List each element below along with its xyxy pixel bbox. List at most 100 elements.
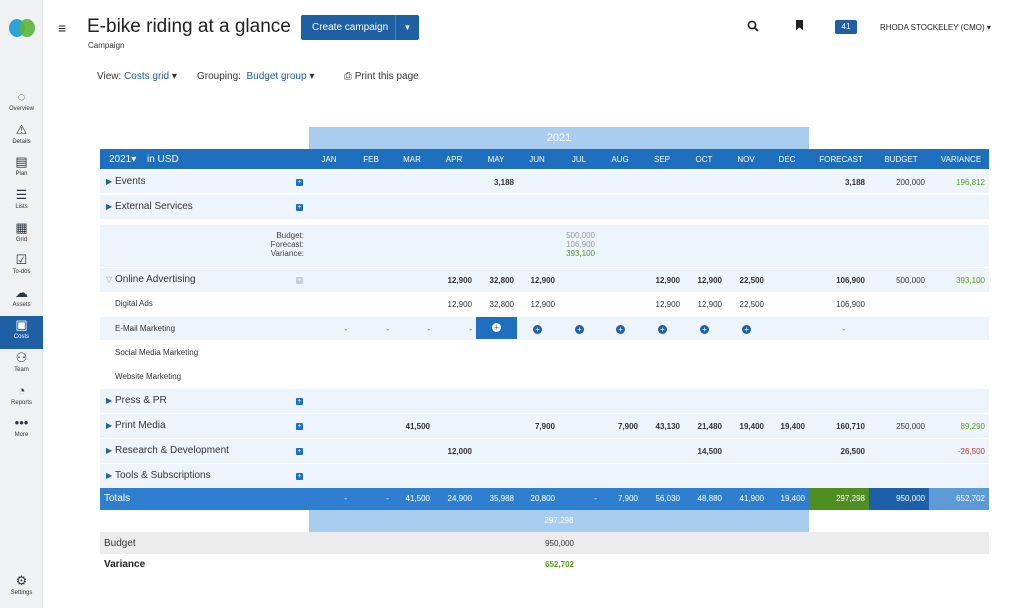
totals-row: Totals - - 41,500 24,900 35,988 20,800 - 7,900 5… bbox=[100, 488, 989, 510]
month-cell-may[interactable]: 32,800 bbox=[474, 276, 514, 285]
month-cell-apr[interactable]: 12,900 bbox=[432, 300, 472, 309]
table-row-digital[interactable]: Digital Ads 12,900 32,800 12,900 12,900 12,90… bbox=[100, 293, 989, 315]
add-item-icon[interactable]: + bbox=[296, 398, 303, 405]
table-row-press[interactable]: ▶ Press & PR + bbox=[100, 389, 989, 413]
month-cell-jun[interactable]: 12,900 bbox=[515, 276, 555, 285]
nav-item-settings[interactable]: ⚙ Settings bbox=[0, 572, 43, 605]
active-cell[interactable]: + bbox=[476, 317, 517, 339]
add-item-icon[interactable]: + bbox=[296, 423, 303, 430]
table-row-external[interactable]: ▶ External Services + bbox=[100, 195, 989, 219]
month-cell-mar[interactable]: 41,500 bbox=[390, 422, 430, 431]
budget-row: Budget 950,000 bbox=[100, 532, 989, 554]
nav-item-todos[interactable]: ☑ To-dos bbox=[0, 251, 43, 284]
table-row-website[interactable]: Website Marketing bbox=[100, 365, 989, 388]
total-cell-oct: 48,880 bbox=[697, 494, 722, 503]
table-row-print[interactable]: ▶ Print Media +41,500 7,900 7,900 43,130 21,48… bbox=[100, 414, 989, 438]
nav-item-team[interactable]: ⚇ Team bbox=[0, 349, 43, 382]
add-cost-icon[interactable]: + bbox=[700, 325, 709, 334]
chevron-down-icon[interactable]: ▼ bbox=[395, 15, 419, 40]
total-cell-aug: 7,900 bbox=[617, 494, 638, 503]
nav-item-details[interactable]: ⚠ Details bbox=[0, 121, 43, 154]
add-item-icon[interactable]: + bbox=[296, 179, 303, 186]
table-row-tooltip[interactable]: Budget: 500,000 Forecast: 106,900 Variance: 3… bbox=[100, 225, 989, 267]
search-icon[interactable] bbox=[747, 20, 759, 35]
table-row-social[interactable]: Social Media Marketing bbox=[100, 341, 989, 364]
print-button[interactable]: ⎙ Print this page bbox=[344, 71, 419, 82]
budget-cell: 500,000 bbox=[896, 276, 925, 285]
expand-icon[interactable]: ▶ bbox=[106, 177, 112, 186]
month-cell-dec[interactable]: 19,400 bbox=[765, 422, 805, 431]
month-cell-oct[interactable]: 12,900 bbox=[682, 300, 722, 309]
bookmark-icon[interactable] bbox=[795, 20, 804, 34]
notification-badge[interactable]: 41 bbox=[835, 20, 857, 34]
total-cell-jun: 20,800 bbox=[530, 494, 555, 503]
month-cell-oct[interactable]: 21,480 bbox=[682, 422, 722, 431]
expand-icon[interactable]: ▶ bbox=[106, 446, 112, 455]
month-cell-aug[interactable]: 7,900 bbox=[598, 422, 638, 431]
print-label: Print this page bbox=[354, 71, 419, 82]
add-item-icon[interactable]: + bbox=[296, 204, 303, 211]
nav-item-assets[interactable]: ☁ Assets bbox=[0, 284, 43, 317]
month-cell-nov[interactable]: 19,400 bbox=[724, 422, 764, 431]
month-cell-sep[interactable]: 12,900 bbox=[640, 276, 680, 285]
expand-icon[interactable]: ▶ bbox=[106, 202, 112, 211]
month-cell-jun[interactable]: 12,900 bbox=[515, 300, 555, 309]
create-campaign-button[interactable]: Create campaign ▼ bbox=[301, 15, 419, 40]
table-row-research[interactable]: ▶ Research & Development +12,000 14,500 26,5… bbox=[100, 439, 989, 463]
nav-item-costs[interactable]: ▣ Costs bbox=[0, 316, 43, 349]
table-row-online[interactable]: ▽ Online Advertising +12,900 32,800 12,900 12… bbox=[100, 268, 989, 292]
nav-label: Overview bbox=[8, 106, 34, 112]
add-cost-icon[interactable]: + bbox=[742, 325, 751, 334]
grid-icon: ▦ bbox=[15, 220, 28, 235]
add-item-icon[interactable]: + bbox=[296, 448, 303, 455]
month-cell-nov[interactable]: 22,500 bbox=[724, 300, 764, 309]
table-row-events[interactable]: ▶ Events +3,188 3,188 200,000 196,812 bbox=[100, 171, 989, 193]
add-item-icon[interactable]: + bbox=[296, 473, 303, 480]
expand-icon[interactable]: ▶ bbox=[106, 471, 112, 480]
month-cell-apr[interactable]: 12,000 bbox=[432, 447, 472, 456]
year-select[interactable]: 2021▾ bbox=[109, 154, 136, 165]
month-cell-oct[interactable]: 14,500 bbox=[682, 447, 722, 456]
total-variance: 652,702 bbox=[956, 494, 985, 503]
table-row-tools[interactable]: ▶ Tools & Subscriptions + bbox=[100, 464, 989, 488]
nav-label: Grid bbox=[15, 237, 28, 243]
nav-item-grid[interactable]: ▦ Grid bbox=[0, 219, 43, 252]
month-cell-sep[interactable]: 43,130 bbox=[640, 422, 680, 431]
collapse-icon[interactable]: ▽ bbox=[106, 275, 112, 284]
expand-icon[interactable]: ▶ bbox=[106, 421, 112, 430]
view-value[interactable]: Costs grid bbox=[124, 71, 169, 82]
user-menu[interactable]: RHODA STOCKELEY (CMO) ▾ bbox=[880, 23, 991, 32]
table-row-email[interactable]: E-Mail Marketing - - - - + + + + + + + - bbox=[100, 317, 989, 340]
row-label: Print Media bbox=[115, 420, 166, 431]
nav-item-overview[interactable]: ◌ Overview bbox=[0, 88, 43, 121]
app-logo[interactable] bbox=[8, 18, 36, 38]
menu-icon[interactable]: ≡ bbox=[58, 20, 66, 36]
month-cell-apr[interactable]: 12,900 bbox=[432, 276, 472, 285]
month-cell-may[interactable]: 3,188 bbox=[474, 178, 514, 187]
add-cost-icon[interactable]: + bbox=[492, 323, 501, 332]
add-cost-icon[interactable]: + bbox=[658, 325, 667, 334]
grouping-selector[interactable]: Grouping: Budget group ▾ bbox=[197, 71, 314, 82]
month-cell-may[interactable]: 32,800 bbox=[474, 300, 514, 309]
month-header: OCT bbox=[695, 155, 713, 164]
add-cost-icon[interactable]: + bbox=[616, 325, 625, 334]
month-cell-sep[interactable]: 12,900 bbox=[640, 300, 680, 309]
month-cell-nov[interactable]: 22,500 bbox=[724, 276, 764, 285]
view-selector[interactable]: View: Costs grid ▾ bbox=[97, 71, 177, 82]
add-cost-icon[interactable]: + bbox=[575, 325, 584, 334]
nav-item-plan[interactable]: ▤ Plan bbox=[0, 153, 43, 186]
nav-item-lists[interactable]: ☰ Lists bbox=[0, 186, 43, 219]
month-header: SEP bbox=[653, 155, 670, 164]
grouping-value[interactable]: Budget group bbox=[246, 71, 306, 82]
nav-label: Plan bbox=[15, 171, 28, 177]
nav-item-more[interactable]: ••• More bbox=[0, 414, 43, 447]
add-item-icon[interactable]: + bbox=[296, 277, 303, 284]
page-title: E-bike riding at a glance bbox=[87, 16, 291, 37]
expand-icon[interactable]: ▶ bbox=[106, 396, 112, 405]
add-cost-icon[interactable]: + bbox=[533, 325, 542, 334]
month-cell-oct[interactable]: 12,900 bbox=[682, 276, 722, 285]
month-cell-jun[interactable]: 7,900 bbox=[515, 422, 555, 431]
nav-item-reports[interactable]: ◔ Reports bbox=[0, 382, 43, 415]
nav-label: More bbox=[14, 432, 29, 438]
empty-cell: - bbox=[427, 325, 430, 334]
